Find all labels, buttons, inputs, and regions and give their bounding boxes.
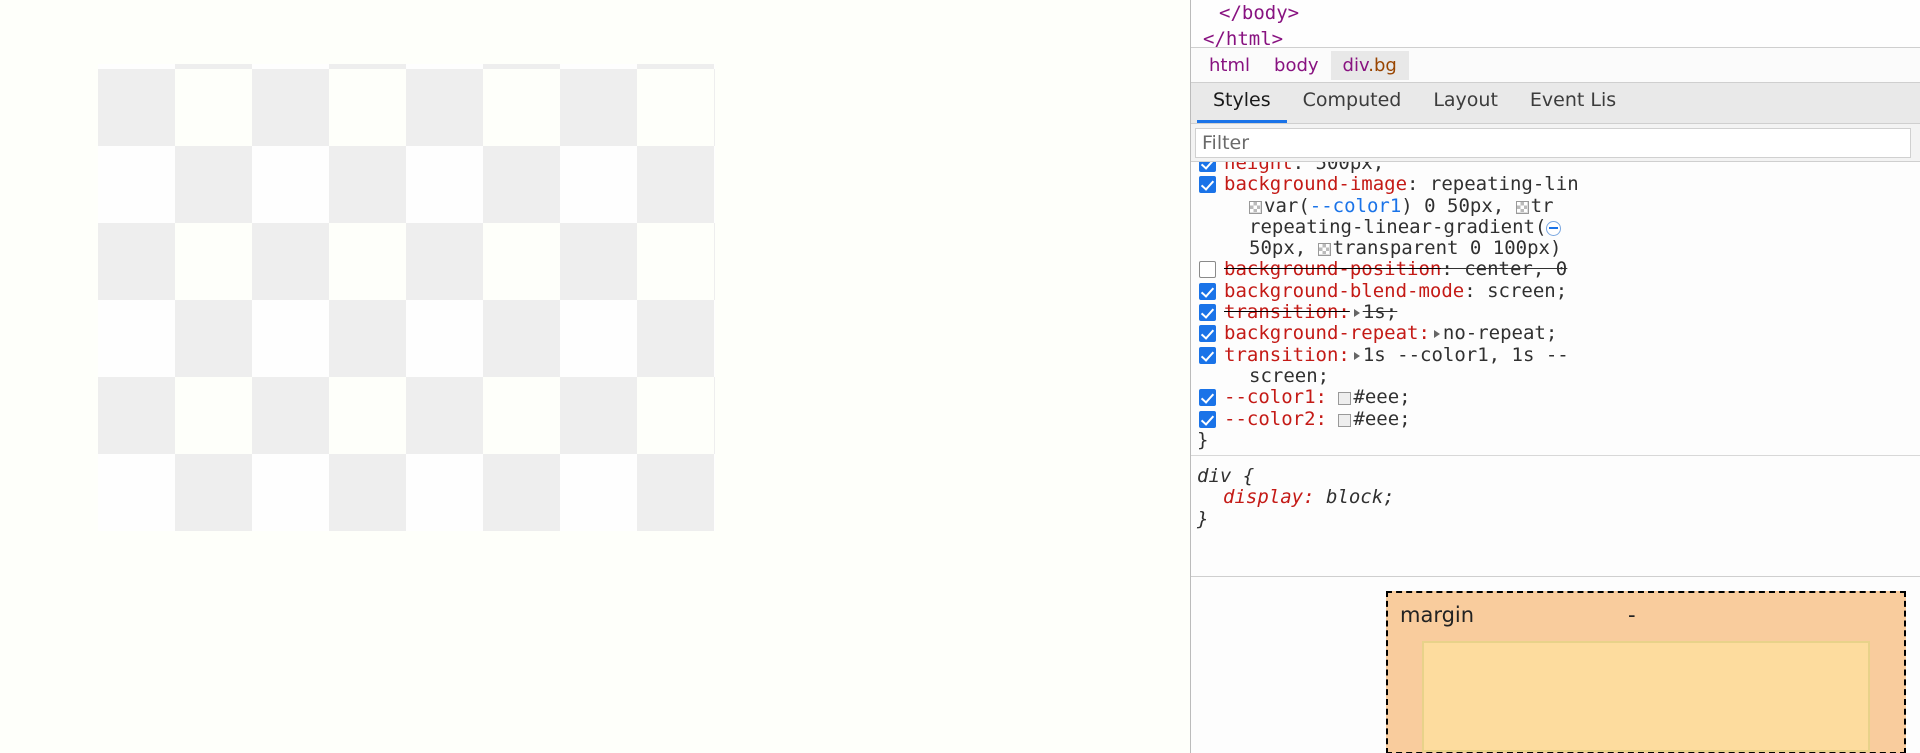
declaration-value-line1: 1s --color1, 1s --: [1362, 343, 1569, 366]
breadcrumb-item-div-bg[interactable]: div.bg: [1330, 50, 1409, 80]
declaration-value: #eee;: [1353, 386, 1411, 409]
declaration-property: transition:: [1224, 301, 1350, 324]
declaration-background-repeat[interactable]: background-repeat: no-repeat;: [1191, 323, 1920, 344]
declaration-background-image[interactable]: background-image: repeating-lin: [1191, 174, 1920, 195]
color-swatch-icon[interactable]: [1317, 243, 1331, 257]
declaration-property: background-position: [1224, 258, 1442, 281]
rule-closing-brace: }: [1197, 428, 1209, 451]
inspected-div-bg[interactable]: [98, 64, 715, 531]
tab-computed[interactable]: Computed: [1287, 81, 1418, 123]
breadcrumb-item-body[interactable]: body: [1262, 51, 1331, 80]
declaration-property: background-blend-mode: [1224, 279, 1465, 302]
styles-rules-pane: height: 500px; background-image: repeati…: [1191, 162, 1920, 574]
declaration-property: background-image: [1224, 173, 1408, 196]
dom-line-body-close[interactable]: </body>: [1191, 0, 1920, 26]
declaration-value: #eee;: [1353, 407, 1411, 430]
declaration-property: background-repeat:: [1224, 322, 1430, 345]
checkbox-icon[interactable]: [1199, 261, 1216, 279]
declaration-color2[interactable]: --color2: #eee;: [1191, 407, 1920, 430]
css-rule-bg: height: 500px; background-image: repeati…: [1191, 162, 1920, 457]
rule-closing-brace: }: [1197, 507, 1209, 530]
filter-bar: [1191, 124, 1920, 162]
declaration-transition-overridden[interactable]: transition: 1s;: [1191, 301, 1920, 324]
devtools-screen: </body> </html> html body div.bg Styles …: [0, 0, 1920, 753]
checkbox-icon[interactable]: [1199, 282, 1216, 300]
declaration-value-continued-3: 50px, transparent 0 100px): [1249, 237, 1562, 260]
checkbox-icon[interactable]: [1199, 176, 1216, 194]
expand-triangle-icon[interactable]: [1353, 309, 1360, 318]
checkbox-icon[interactable]: [1199, 410, 1216, 428]
breadcrumb-class: .bg: [1368, 54, 1397, 76]
tab-event-listeners[interactable]: Event Lis: [1514, 81, 1632, 123]
css-rule-div: div { display: block; }: [1191, 456, 1920, 534]
checkbox-icon[interactable]: [1199, 304, 1216, 322]
color-swatch-icon[interactable]: [1515, 200, 1529, 214]
declaration-value-continued-1: var(--color1) 0 50px, tr: [1191, 194, 1920, 217]
declaration-value: screen;: [1487, 279, 1568, 302]
devtools-tabbar: Styles Computed Layout Event Lis: [1191, 83, 1920, 124]
declaration-transition[interactable]: transition: 1s --color1, 1s --: [1191, 343, 1920, 366]
declaration-value-line3: repeating-linear-gradient(: [1249, 215, 1547, 238]
declaration-value: 1s;: [1362, 301, 1398, 324]
box-model-margin-top-value[interactable]: -: [1628, 603, 1636, 627]
declaration-background-blend-mode[interactable]: background-blend-mode: screen;: [1191, 279, 1920, 302]
checkbox-icon[interactable]: [1199, 162, 1216, 172]
declaration-property: height: [1224, 162, 1293, 174]
rule-selector[interactable]: div {: [1191, 465, 1920, 487]
expand-triangle-icon[interactable]: [1353, 351, 1360, 360]
declaration-display[interactable]: display: block;: [1191, 487, 1920, 508]
dom-line-html-close[interactable]: </html>: [1191, 26, 1920, 52]
declaration-property: --color2:: [1224, 407, 1327, 430]
expand-triangle-icon[interactable]: [1433, 330, 1440, 339]
box-model-margin[interactable]: margin -: [1386, 591, 1906, 753]
breadcrumb-tag: div: [1342, 54, 1369, 76]
checkbox-icon[interactable]: [1199, 346, 1216, 364]
declaration-value: block;: [1325, 486, 1395, 509]
declaration-value-continued-4: screen;: [1191, 364, 1920, 387]
box-model-margin-label: margin: [1400, 603, 1475, 627]
breadcrumb-item-html[interactable]: html: [1197, 51, 1262, 80]
declaration-value-line1: repeating-lin: [1429, 173, 1579, 196]
declaration-property: --color1:: [1224, 386, 1327, 409]
declaration-property: display:: [1223, 486, 1315, 509]
declaration-background-position[interactable]: background-position: center, 0: [1191, 259, 1920, 280]
color-swatch-icon[interactable]: [1249, 200, 1262, 214]
box-model-panel: margin -: [1191, 576, 1920, 753]
tab-styles[interactable]: Styles: [1197, 81, 1287, 123]
gradient-swatch-icon[interactable]: [1546, 220, 1562, 236]
checkbox-icon[interactable]: [1199, 389, 1216, 407]
declaration-color1[interactable]: --color1: #eee;: [1191, 387, 1920, 408]
checkbox-icon[interactable]: [1199, 325, 1216, 343]
dom-tree-tail: </body> </html>: [1191, 0, 1920, 50]
declaration-value-line2: screen;: [1249, 364, 1330, 387]
declaration-value: center, 0: [1464, 258, 1568, 281]
declaration-property: transition:: [1224, 343, 1350, 366]
declaration-value-continued-2: repeating-linear-gradient(: [1191, 215, 1920, 238]
breadcrumb: html body div.bg: [1191, 48, 1920, 83]
devtools-panel: </body> </html> html body div.bg Styles …: [1190, 0, 1920, 753]
css-variable-name: --color1: [1309, 194, 1402, 217]
page-viewport: [0, 0, 1190, 753]
color-swatch-icon[interactable]: [1338, 392, 1352, 406]
box-model-border[interactable]: [1422, 641, 1870, 752]
color-swatch-icon[interactable]: [1338, 413, 1352, 427]
declaration-value: no-repeat;: [1442, 322, 1558, 345]
tab-layout[interactable]: Layout: [1417, 81, 1514, 123]
declaration-value: 500px: [1315, 162, 1373, 174]
filter-input[interactable]: [1195, 127, 1911, 158]
